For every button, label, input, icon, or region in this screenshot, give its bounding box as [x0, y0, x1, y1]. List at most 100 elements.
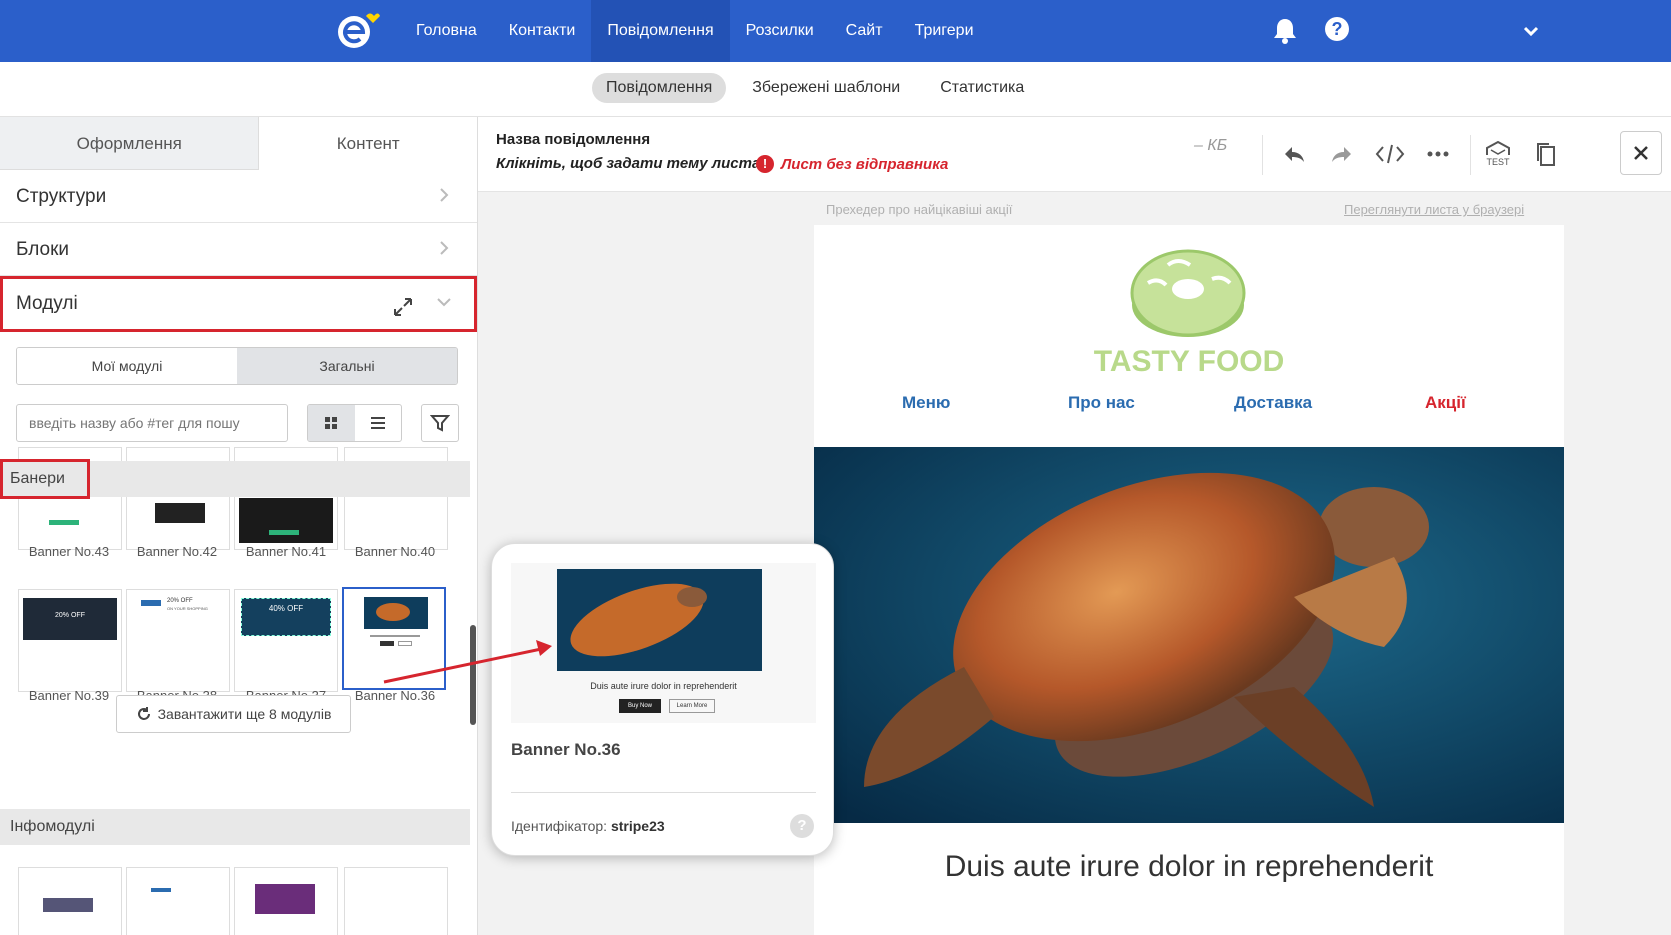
refresh-icon — [137, 707, 150, 720]
card-title: Banner No.36 — [511, 740, 621, 759]
nav-site[interactable]: Сайт — [830, 0, 899, 62]
tab-design[interactable]: Оформлення — [0, 117, 259, 170]
subject-field[interactable]: Клікніть, щоб задати тему листа — [496, 155, 760, 172]
test-button[interactable]: TEST — [1482, 137, 1514, 171]
module-thumbnail[interactable]: 20% OFF — [18, 589, 122, 692]
module-thumbnail[interactable] — [344, 867, 448, 935]
nav-triggers[interactable]: Тригери — [899, 0, 990, 62]
accordion-label: Структури — [16, 186, 107, 207]
chevron-down-icon[interactable] — [1520, 20, 1542, 42]
divider — [1262, 135, 1263, 175]
code-icon — [1375, 144, 1405, 164]
subnav-statistics[interactable]: Статистика — [926, 73, 1038, 103]
module-preview-image: Duis aute irure dolor in reprehenderit B… — [511, 563, 816, 723]
tab-content[interactable]: Контент — [258, 117, 477, 170]
copy-button[interactable] — [1530, 137, 1562, 171]
accordion-structures[interactable]: Структури — [0, 170, 477, 223]
list-icon — [370, 417, 385, 429]
brand-name: TASTY FOOD — [1093, 345, 1285, 378]
sender-warning[interactable]: ! Лист без відправника — [756, 155, 948, 173]
nav-contacts[interactable]: Контакти — [493, 0, 592, 62]
donut-logo-icon — [1130, 249, 1246, 337]
subnav-saved-templates[interactable]: Збережені шаблони — [738, 73, 914, 103]
bell-icon[interactable] — [1272, 16, 1298, 44]
preheader-text[interactable]: Прехедер про найцікавіші акції — [826, 202, 1012, 217]
module-thumbnail[interactable] — [18, 867, 122, 935]
accordion-modules[interactable]: Модулі — [0, 276, 477, 332]
test-icon — [1486, 141, 1510, 155]
general-modules-button[interactable]: Загальні — [237, 348, 457, 384]
hero-image[interactable] — [814, 447, 1564, 823]
load-more-label: Завантажити ще 8 модулів — [157, 706, 332, 722]
nav-messages[interactable]: Повідомлення — [591, 0, 730, 62]
undo-icon — [1285, 147, 1304, 162]
preview-buy-button: Buy Now — [619, 699, 661, 713]
identifier-label: Ідентифікатор: — [511, 818, 608, 834]
message-name[interactable]: Назва повідомлення — [496, 131, 650, 148]
editor-toolbar: Назва повідомлення Клікніть, щоб задати … — [478, 117, 1671, 192]
chevron-right-icon — [440, 188, 449, 202]
grid-icon — [325, 417, 338, 429]
email-menu-link[interactable]: Про нас — [1068, 393, 1135, 413]
thumbnail-label: Banner No.42 — [136, 544, 218, 559]
warning-icon: ! — [756, 155, 774, 173]
thumbnail-label: Banner No.41 — [245, 544, 327, 559]
accordion-label: Модулі — [16, 293, 78, 314]
accordion-label: Блоки — [16, 239, 70, 260]
headline-text[interactable]: Duis aute irure dolor in reprehenderit — [814, 850, 1564, 884]
close-icon — [1634, 146, 1648, 160]
thumb-text: 40% OFF — [268, 604, 304, 613]
module-thumbnail[interactable]: 20% OFF ON YOUR SHOPPING — [126, 589, 230, 692]
module-thumbnail[interactable] — [234, 867, 338, 935]
module-search-input[interactable] — [16, 404, 288, 442]
filter-button[interactable] — [421, 404, 459, 442]
module-thumbnail-selected[interactable] — [342, 587, 446, 690]
thumbnail-label: Banner No.43 — [28, 544, 110, 559]
sub-navbar: Повідомлення Збережені шаблони Статистик… — [0, 62, 1671, 117]
email-menu-link[interactable]: Доставка — [1234, 393, 1312, 413]
thumb-text: 20% OFF — [55, 612, 85, 619]
main-nav: Головна Контакти Повідомлення Розсилки С… — [400, 0, 990, 62]
thumb-text: 20% OFF — [167, 598, 193, 604]
copy-icon — [1537, 143, 1555, 166]
module-thumbnail[interactable] — [126, 867, 230, 935]
grid-view-button[interactable] — [308, 405, 355, 441]
more-button[interactable] — [1422, 137, 1454, 171]
email-canvas[interactable]: TASTY FOOD Меню Про нас Доставка Акції D… — [814, 225, 1564, 935]
test-label: TEST — [1486, 157, 1510, 167]
scrollbar[interactable] — [470, 625, 476, 725]
chevron-down-icon[interactable] — [437, 295, 451, 309]
accordion-blocks[interactable]: Блоки — [0, 223, 477, 276]
top-navbar: Головна Контакти Повідомлення Розсилки С… — [0, 0, 1671, 62]
redo-button[interactable] — [1326, 137, 1358, 171]
chevron-right-icon — [440, 241, 449, 255]
close-button[interactable] — [1620, 131, 1662, 175]
divider — [511, 792, 816, 793]
my-modules-button[interactable]: Мої модулі — [17, 348, 237, 384]
expand-icon[interactable] — [391, 295, 415, 319]
list-view-button[interactable] — [355, 405, 402, 441]
preview-headline: Duis aute irure dolor in reprehenderit — [590, 681, 737, 691]
identifier-value: stripe23 — [610, 818, 665, 834]
more-icon — [1427, 151, 1449, 157]
email-menu-link[interactable]: Меню — [902, 393, 950, 413]
module-source-toggle: Мої модулі Загальні — [16, 347, 458, 385]
code-button[interactable] — [1374, 137, 1406, 171]
help-icon[interactable]: ? — [1325, 17, 1349, 41]
section-infomodules-header[interactable]: Інфомодулі — [0, 809, 470, 845]
email-menu-link[interactable]: Акції — [1425, 393, 1466, 413]
view-in-browser-link[interactable]: Переглянути листа у браузері — [1344, 202, 1524, 217]
load-more-button[interactable]: Завантажити ще 8 модулів — [116, 695, 351, 733]
warning-text: Лист без відправника — [781, 155, 949, 173]
subnav-messages[interactable]: Повідомлення — [592, 73, 727, 103]
message-size: – КБ — [1194, 137, 1228, 154]
nav-campaigns[interactable]: Розсилки — [730, 0, 830, 62]
card-identifier: Ідентифікатор: stripe23 — [511, 818, 665, 834]
help-icon[interactable]: ? — [790, 814, 814, 838]
undo-button[interactable] — [1278, 137, 1310, 171]
thumbnail-label: Banner No.40 — [354, 544, 436, 559]
module-thumbnail[interactable]: 40% OFF — [234, 589, 338, 692]
redo-icon — [1332, 147, 1351, 162]
logo-icon[interactable] — [336, 10, 380, 50]
nav-home[interactable]: Головна — [400, 0, 493, 62]
